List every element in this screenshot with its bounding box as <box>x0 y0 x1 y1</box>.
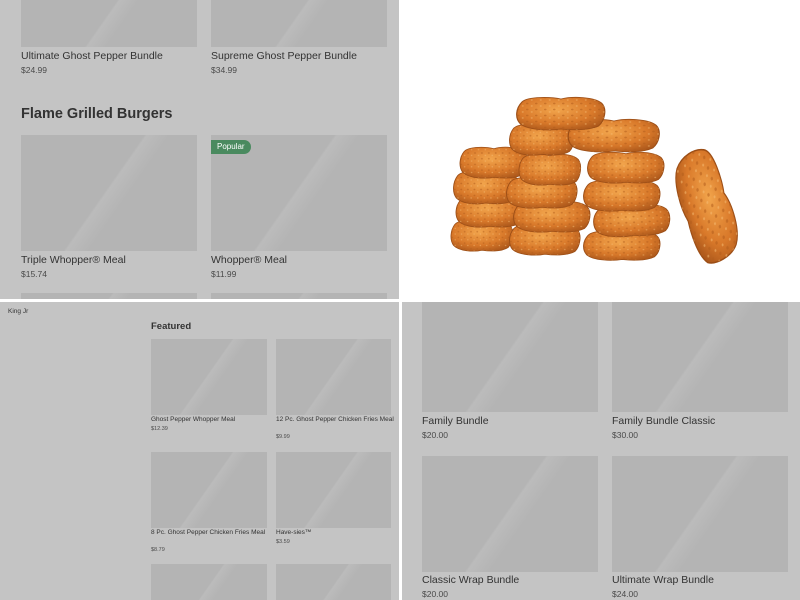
item-price: $34.99 <box>211 65 237 75</box>
item-name[interactable]: Ultimate Ghost Pepper Bundle <box>21 50 163 62</box>
item-image-placeholder[interactable] <box>151 339 267 415</box>
item-price: $20.00 <box>422 430 448 440</box>
store-name[interactable]: King Jr <box>8 308 28 315</box>
item-image-placeholder[interactable] <box>21 0 197 47</box>
featured-heading: Featured <box>151 321 192 332</box>
item-price: $11.99 <box>211 269 237 279</box>
menu-panel-top: Ultimate Ghost Pepper Bundle $24.99 Supr… <box>0 0 399 299</box>
item-price: $9.99 <box>276 434 290 440</box>
item-name[interactable]: Ultimate Wrap Bundle <box>612 574 714 586</box>
item-price: $20.00 <box>422 589 448 599</box>
item-image-placeholder[interactable] <box>276 339 391 415</box>
item-image-placeholder[interactable] <box>211 0 387 47</box>
item-name[interactable]: Triple Whopper® Meal <box>21 254 126 266</box>
item-image-placeholder[interactable] <box>612 456 788 572</box>
item-price: $3.59 <box>276 539 290 545</box>
item-name[interactable]: Ghost Pepper Whopper Meal <box>151 416 269 424</box>
item-image-placeholder[interactable] <box>276 452 391 528</box>
panel-divider <box>0 299 800 302</box>
item-image-placeholder[interactable] <box>151 452 267 528</box>
item-image-placeholder[interactable] <box>612 302 788 412</box>
item-name[interactable]: 12 Pc. Ghost Pepper Chicken Fries Meal <box>276 416 394 424</box>
item-price: $12.39 <box>151 426 168 432</box>
popular-badge: Popular <box>211 140 251 154</box>
nugget-pile <box>450 96 746 275</box>
item-image-placeholder[interactable] <box>422 456 598 572</box>
chicken-nuggets-image <box>450 96 746 275</box>
item-name[interactable]: 8 Pc. Ghost Pepper Chicken Fries Meal <box>151 529 269 537</box>
item-price: $8.79 <box>151 547 165 553</box>
item-image-placeholder[interactable] <box>276 564 391 600</box>
item-name[interactable]: Whopper® Meal <box>211 254 287 266</box>
item-name[interactable]: Classic Wrap Bundle <box>422 574 519 586</box>
item-price: $30.00 <box>612 430 638 440</box>
item-image-placeholder[interactable] <box>21 135 197 251</box>
item-name[interactable]: Family Bundle Classic <box>612 415 715 427</box>
featured-panel: King Jr Featured Ghost Pepper Whopper Me… <box>0 302 399 600</box>
item-price: $24.00 <box>612 589 638 599</box>
product-photo <box>402 0 800 299</box>
item-name[interactable]: Have-sies™ <box>276 529 394 537</box>
bundles-panel: Family Bundle $20.00 Family Bundle Class… <box>402 302 800 600</box>
item-image-placeholder[interactable] <box>151 564 267 600</box>
item-name[interactable]: Supreme Ghost Pepper Bundle <box>211 50 357 62</box>
item-image-placeholder[interactable] <box>422 302 598 412</box>
item-price: $15.74 <box>21 269 47 279</box>
section-heading: Flame Grilled Burgers <box>21 106 173 122</box>
item-price: $24.99 <box>21 65 47 75</box>
item-name[interactable]: Family Bundle <box>422 415 489 427</box>
